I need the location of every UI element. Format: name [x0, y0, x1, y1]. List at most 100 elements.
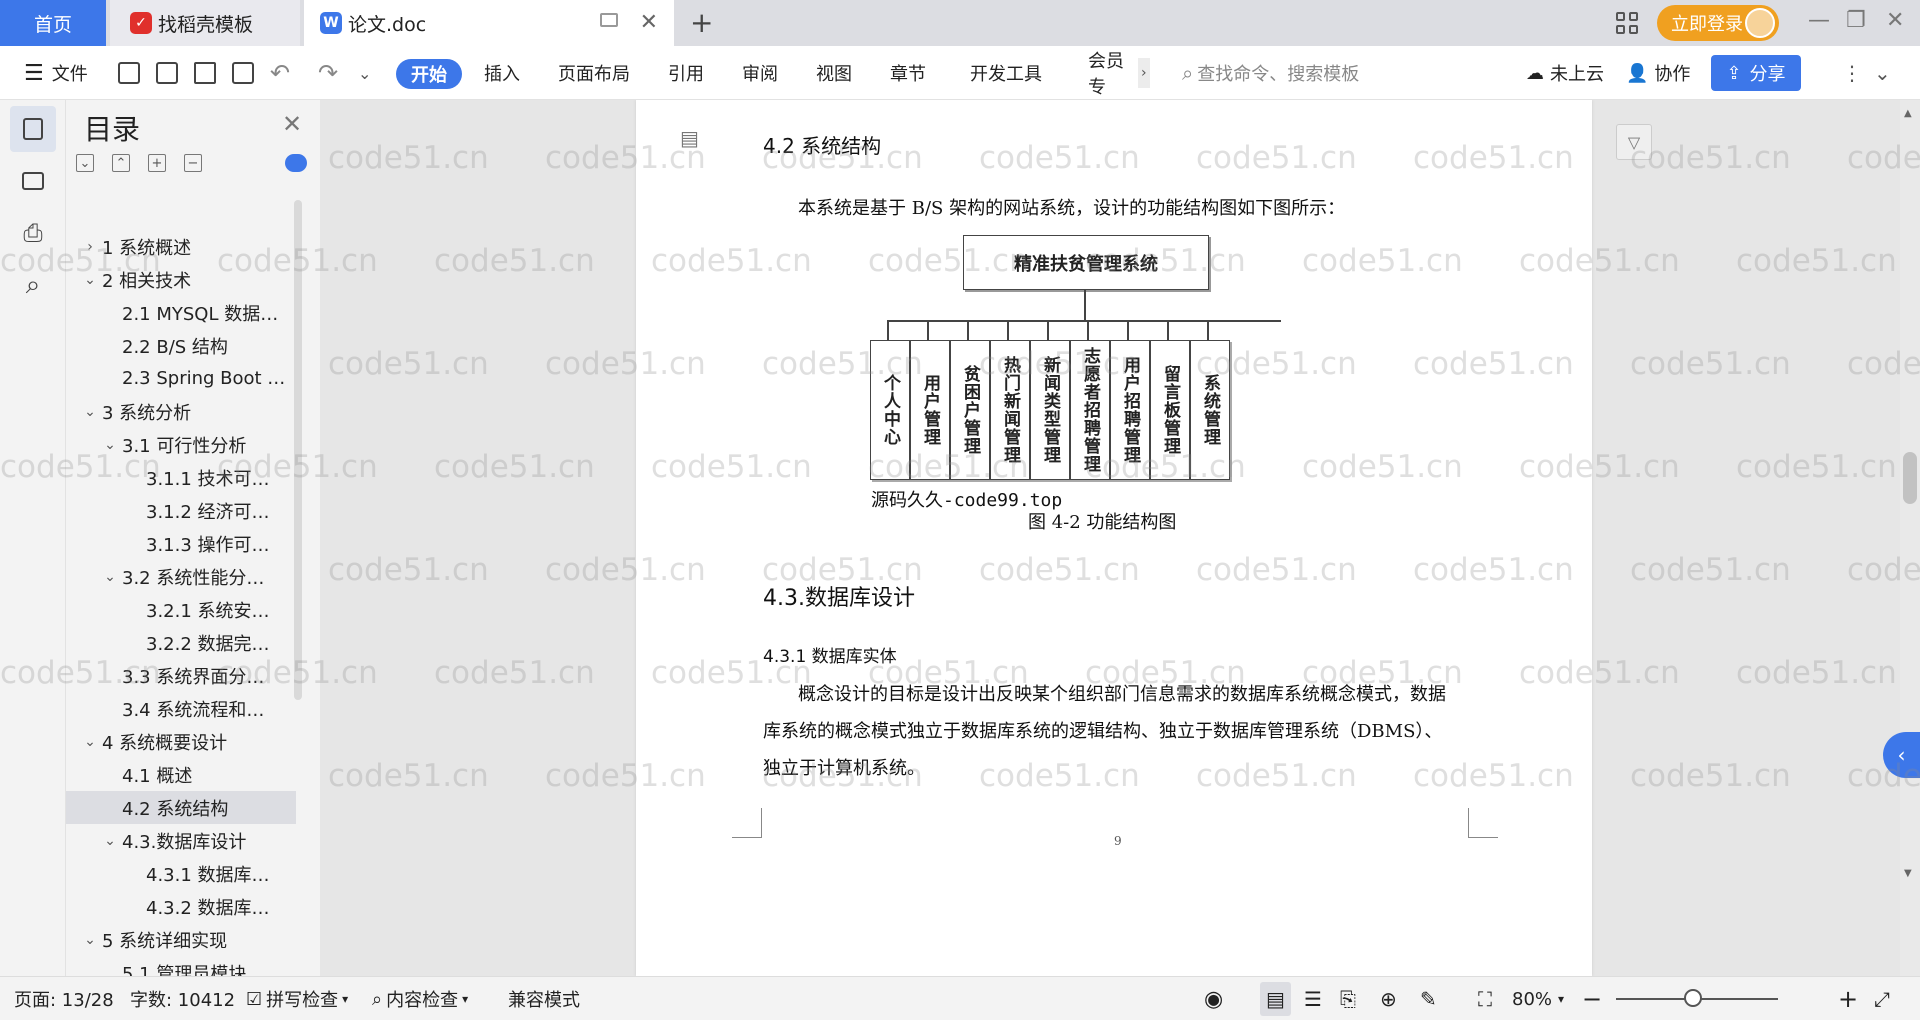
toc-panel-icon[interactable]: [10, 106, 56, 152]
bookmark-icon[interactable]: ⎙: [10, 210, 56, 256]
new-tab-icon[interactable]: +: [690, 6, 713, 39]
apps-grid-icon[interactable]: [1616, 12, 1638, 34]
ribbon-tab-developer[interactable]: 开发工具: [970, 46, 1042, 100]
export-pdf-icon[interactable]: [156, 46, 178, 100]
ribbon-tab-home[interactable]: 开始: [396, 59, 462, 89]
scroll-up-icon[interactable]: ▲: [1904, 108, 1912, 119]
toc-chevron-icon[interactable]: ⌄: [100, 569, 120, 585]
find-icon[interactable]: ⌕: [10, 262, 56, 308]
reading-view-icon[interactable]: ⎘: [1340, 977, 1356, 1020]
spell-check-button[interactable]: ☑ 拼写检查 ▾: [246, 977, 348, 1020]
close-toc-icon[interactable]: ✕: [282, 110, 302, 138]
file-menu-button[interactable]: ☰ 文件: [24, 46, 88, 100]
ribbon-tab-member[interactable]: 会员专: [1088, 46, 1140, 100]
filter-panel-icon[interactable]: ▽: [1616, 124, 1652, 160]
share-button[interactable]: ⇪ 分享: [1711, 55, 1801, 91]
close-window-icon[interactable]: ✕: [1886, 8, 1904, 33]
command-search[interactable]: ⌕ 查找命令、搜索模板: [1182, 46, 1359, 100]
eye-protection-icon[interactable]: ◉: [1204, 977, 1223, 1020]
toc-item[interactable]: 4.3.2 数据库…: [66, 890, 296, 923]
tab-document[interactable]: W 论文.doc ✕: [304, 0, 674, 46]
fullscreen-icon[interactable]: ⤢: [1874, 977, 1890, 1020]
web-view-icon[interactable]: ⊕: [1380, 977, 1397, 1020]
ribbon-tab-view[interactable]: 视图: [816, 46, 852, 100]
add-heading-icon[interactable]: +: [148, 154, 166, 172]
toc-item[interactable]: ⌄ 3 系统分析: [66, 395, 296, 428]
zoom-out-icon[interactable]: −: [1582, 977, 1602, 1020]
toc-item[interactable]: 5.1 管理员模块…: [66, 956, 296, 977]
toc-item[interactable]: 3.4 系统流程和…: [66, 692, 296, 725]
toc-item[interactable]: 3.2.2 数据完…: [66, 626, 296, 659]
smart-toc-icon[interactable]: [285, 154, 307, 172]
toc-chevron-icon[interactable]: ⌄: [100, 833, 120, 849]
scroll-down-icon[interactable]: ▼: [1904, 868, 1912, 879]
toc-item[interactable]: 4.1 概述: [66, 758, 296, 791]
collapse-all-icon[interactable]: ⌃: [112, 154, 130, 172]
undo-icon[interactable]: ↶: [270, 46, 290, 100]
tab-templates[interactable]: ✓ 找稻壳模板: [110, 0, 300, 46]
expand-all-icon[interactable]: ⌄: [76, 154, 94, 172]
toc-item[interactable]: ⌄ 2 相关技术: [66, 263, 296, 296]
remove-heading-icon[interactable]: −: [184, 154, 202, 172]
word-count[interactable]: 字数: 10412: [130, 977, 235, 1020]
toc-scrollbar[interactable]: [294, 200, 302, 700]
vertical-scrollbar[interactable]: ▲ ▼: [1900, 100, 1920, 976]
toc-item[interactable]: ⌄ 4 系统概要设计: [66, 725, 296, 758]
toc-item[interactable]: 3.3 系统界面分…: [66, 659, 296, 692]
paragraph-marker-icon[interactable]: ▤: [680, 126, 699, 150]
collapse-ribbon-icon[interactable]: ⌄: [1874, 46, 1891, 100]
toc-item[interactable]: › 1 系统概述: [66, 230, 296, 263]
toc-item[interactable]: ⌄ 4.3.数据库设计: [66, 824, 296, 857]
toc-chevron-icon[interactable]: ⌄: [80, 404, 100, 420]
toc-chevron-icon[interactable]: ›: [80, 239, 100, 255]
page-view-icon[interactable]: ▤: [1260, 982, 1291, 1016]
ribbon-tab-references[interactable]: 引用: [668, 46, 704, 100]
document-page[interactable]: ▤ 4.2 系统结构 本系统是基于 B/S 架构的网站系统，设计的功能结构图如下…: [636, 100, 1592, 976]
print-preview-icon[interactable]: [232, 46, 254, 100]
page-indicator[interactable]: 页面: 13/28: [14, 977, 114, 1020]
monitor-icon[interactable]: [600, 13, 618, 27]
zoom-level-dropdown[interactable]: 80% ▾: [1512, 977, 1564, 1020]
zoom-in-icon[interactable]: +: [1838, 977, 1858, 1020]
redo-icon[interactable]: ↷: [318, 46, 338, 100]
toc-item[interactable]: ⌄ 3.2 系统性能分…: [66, 560, 296, 593]
ribbon-tab-review[interactable]: 审阅: [742, 46, 778, 100]
toc-item[interactable]: ⌄ 3.1 可行性分析: [66, 428, 296, 461]
toc-item[interactable]: 2.3 Spring Boot …: [66, 362, 296, 395]
ribbon-tab-insert[interactable]: 插入: [484, 46, 520, 100]
toc-chevron-icon[interactable]: ⌄: [80, 932, 100, 948]
write-mode-icon[interactable]: ✎: [1420, 977, 1437, 1020]
toc-item[interactable]: 3.1.1 技术可…: [66, 461, 296, 494]
close-tab-icon[interactable]: ✕: [640, 10, 658, 35]
cloud-status-button[interactable]: ☁ 未上云: [1526, 46, 1604, 100]
fit-page-icon[interactable]: ⛶: [1478, 977, 1492, 1020]
toc-item[interactable]: 3.1.3 操作可…: [66, 527, 296, 560]
toc-item[interactable]: ⌄ 5 系统详细实现: [66, 923, 296, 956]
scrollbar-thumb[interactable]: [1903, 452, 1917, 504]
document-canvas[interactable]: ▤ 4.2 系统结构 本系统是基于 B/S 架构的网站系统，设计的功能结构图如下…: [320, 100, 1900, 976]
save-icon[interactable]: [118, 46, 140, 100]
toc-item[interactable]: 2.2 B/S 结构: [66, 329, 296, 362]
more-options-icon[interactable]: ⋮: [1842, 46, 1862, 100]
collaborate-button[interactable]: 👤 协作: [1626, 46, 1690, 100]
ribbon-more-icon[interactable]: ›: [1138, 58, 1150, 88]
toc-item[interactable]: 4.2 系统结构: [66, 791, 296, 824]
toc-chevron-icon[interactable]: ⌄: [80, 272, 100, 288]
print-icon[interactable]: [194, 46, 216, 100]
quick-access-dropdown-icon[interactable]: ⌄: [358, 46, 371, 100]
toc-item[interactable]: 3.2.1 系统安…: [66, 593, 296, 626]
ribbon-tab-chapter[interactable]: 章节: [890, 46, 926, 100]
ribbon-tab-layout[interactable]: 页面布局: [558, 46, 630, 100]
toc-chevron-icon[interactable]: ⌄: [80, 734, 100, 750]
minimize-icon[interactable]: —: [1808, 8, 1830, 33]
toc-item[interactable]: 2.1 MYSQL 数据…: [66, 296, 296, 329]
content-check-button[interactable]: ⌕ 内容检查 ▾: [372, 977, 468, 1020]
tab-home[interactable]: 首页: [0, 0, 106, 46]
chapter-nav-icon[interactable]: [10, 158, 56, 204]
zoom-slider-handle[interactable]: [1684, 989, 1702, 1007]
restore-icon[interactable]: ❐: [1846, 8, 1866, 33]
login-button[interactable]: 立即登录: [1657, 5, 1779, 41]
toc-item[interactable]: 3.1.2 经济可…: [66, 494, 296, 527]
toc-item[interactable]: 4.3.1 数据库…: [66, 857, 296, 890]
toc-chevron-icon[interactable]: ⌄: [100, 437, 120, 453]
